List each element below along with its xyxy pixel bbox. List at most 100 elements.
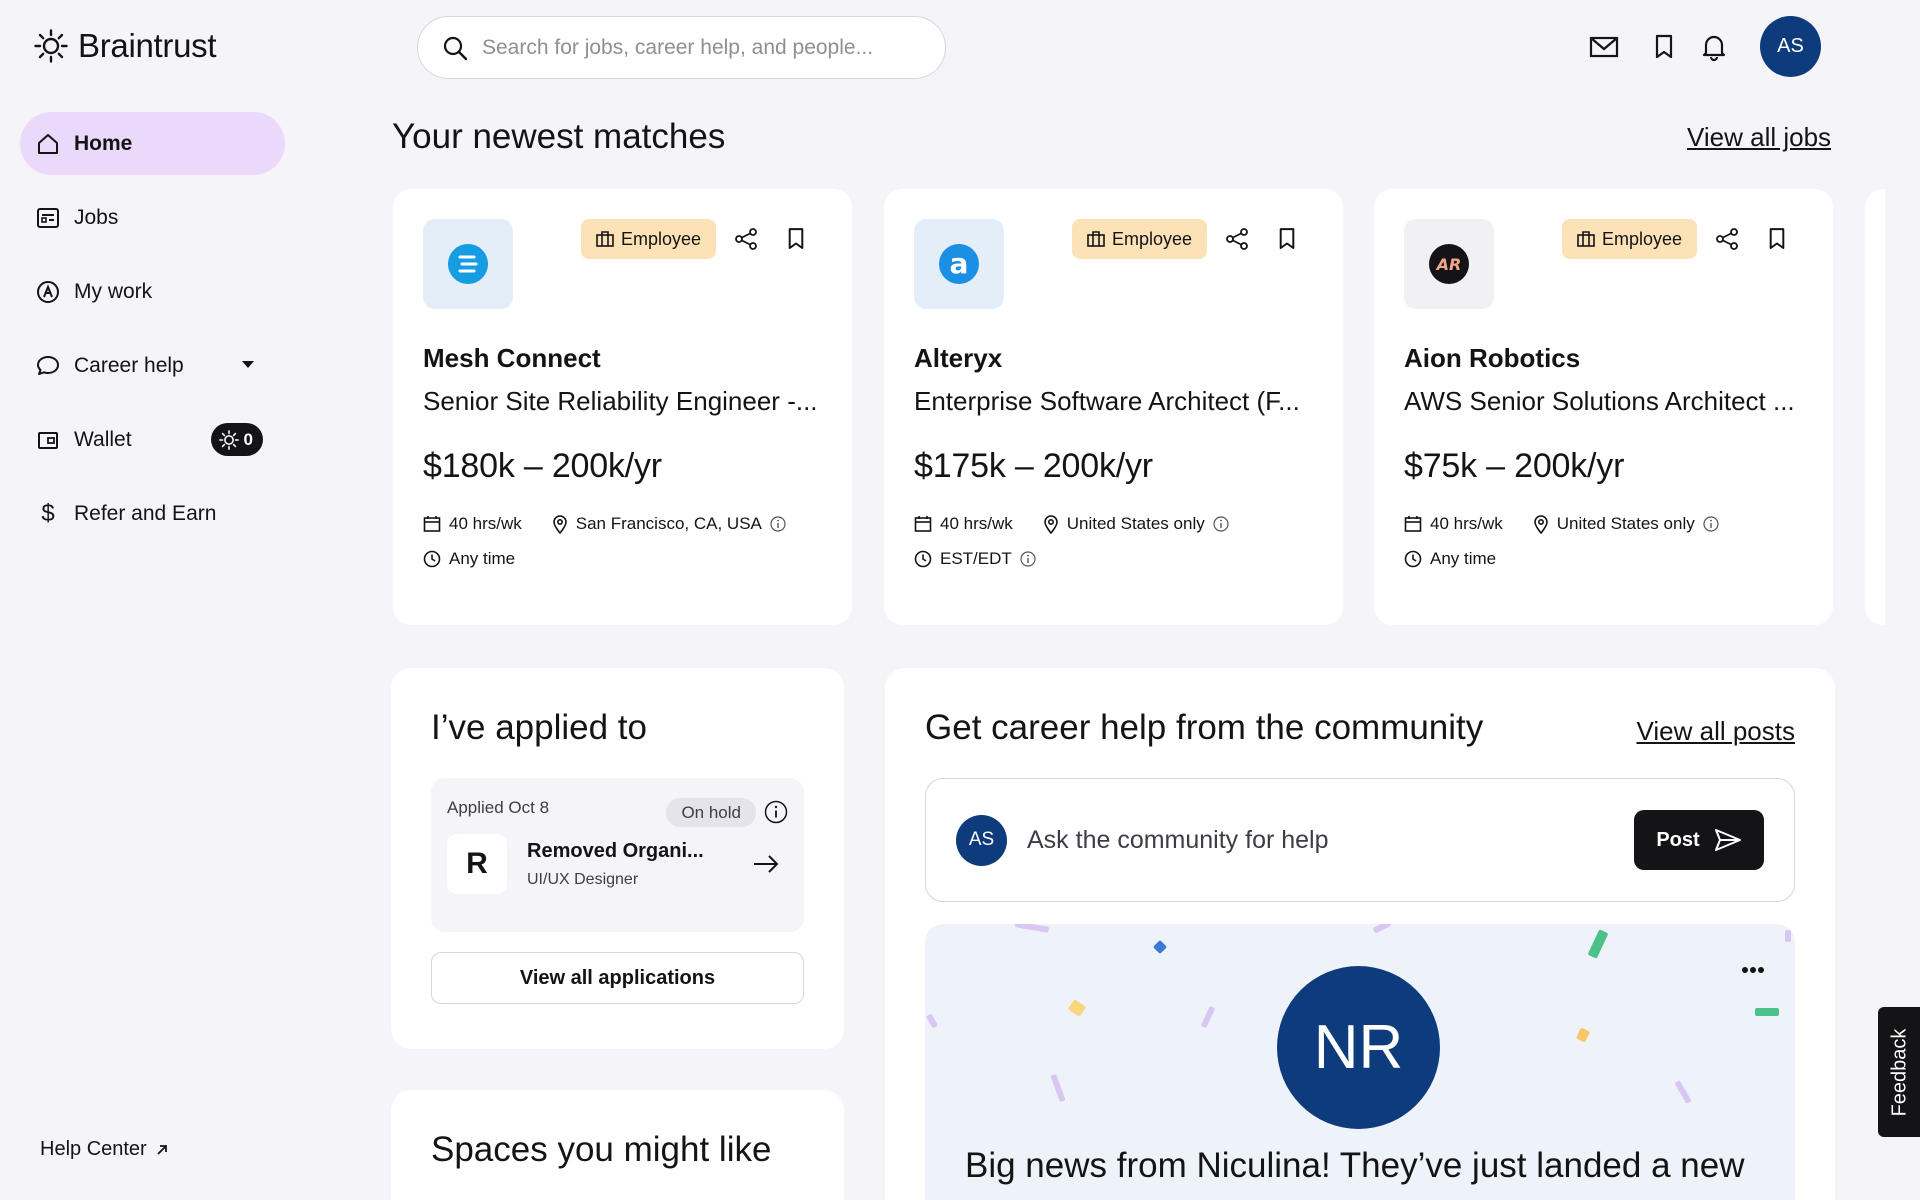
job-meta: 40 hrs/wk United States only EST/EDT — [914, 514, 1313, 569]
header-actions: AS — [1580, 16, 1821, 77]
hours: 40 hrs/wk — [1404, 514, 1503, 534]
hours-value: 40 hrs/wk — [1430, 514, 1503, 533]
post-button[interactable]: Post — [1634, 810, 1764, 870]
timezone: Any time — [1404, 549, 1496, 569]
job-meta: 40 hrs/wk United States only Any time — [1404, 514, 1803, 569]
chevron-down-icon[interactable] — [241, 359, 255, 369]
confetti-decoration — [1674, 1080, 1692, 1104]
bookmark-button[interactable] — [776, 219, 816, 259]
info-icon[interactable] — [764, 800, 788, 824]
help-center-link[interactable]: Help Center — [40, 1138, 169, 1161]
info-icon[interactable] — [1213, 516, 1229, 532]
bookmark-button[interactable] — [1267, 219, 1307, 259]
company-logo — [423, 219, 513, 309]
news-post-card[interactable]: NR Big news from Niculina! They’ve just … — [925, 924, 1795, 1200]
timezone-value: EST/EDT — [940, 549, 1012, 568]
community-section: Get career help from the community View … — [885, 668, 1835, 1200]
spaces-title: Spaces you might like — [431, 1130, 772, 1169]
sidebar-item-label: My work — [74, 279, 153, 303]
ask-community-input[interactable] — [1027, 825, 1587, 855]
employment-type-label: Employee — [1111, 228, 1192, 249]
sidebar-item-label: Career help — [74, 353, 184, 377]
job-card[interactable]: Employee Mesh Connect Senior Site Reliab… — [393, 189, 852, 625]
location-value: United States only — [1556, 514, 1695, 533]
application-company: Removed Organi... — [527, 839, 704, 862]
company-logo: R — [447, 834, 507, 894]
confetti-decoration — [1372, 924, 1392, 934]
confetti-decoration — [1575, 1027, 1591, 1043]
sidebar-item-my-work[interactable]: My work — [20, 260, 285, 323]
help-center-label: Help Center — [40, 1138, 147, 1160]
info-icon[interactable] — [1020, 551, 1036, 567]
job-card-actions: Employee — [580, 219, 816, 259]
view-all-posts-link[interactable]: View all posts — [1637, 716, 1796, 747]
share-button[interactable] — [1707, 219, 1747, 259]
search-icon — [443, 36, 468, 60]
svg-text:AR: AR — [1435, 255, 1462, 274]
mail-icon — [1589, 36, 1619, 57]
saved-button[interactable] — [1640, 17, 1688, 77]
company-name: Alteryx — [914, 343, 1003, 373]
info-icon[interactable] — [770, 516, 786, 532]
info-icon[interactable] — [1703, 516, 1719, 532]
notifications-button[interactable] — [1690, 17, 1738, 77]
view-all-jobs-link[interactable]: View all jobs — [1687, 122, 1831, 153]
feedback-label: Feedback — [1888, 1028, 1911, 1116]
company-name: Aion Robotics — [1404, 343, 1581, 373]
wallet-icon — [38, 431, 58, 449]
view-all-applications-button[interactable]: View all applications — [431, 952, 804, 1004]
post-button-label: Post — [1656, 828, 1700, 851]
sidebar-item-wallet[interactable]: Wallet 0 — [20, 408, 285, 471]
search-bar[interactable] — [417, 16, 946, 79]
feedback-tab[interactable]: Feedback — [1878, 1007, 1920, 1137]
sidebar-item-refer-and-earn[interactable]: $ Refer and Earn — [20, 482, 285, 545]
next-job-card-peek — [1865, 189, 1885, 625]
mesh-connect-logo-icon — [448, 244, 488, 284]
calendar-icon — [423, 516, 441, 532]
avatar: NR — [1277, 966, 1440, 1129]
clock-icon — [1404, 550, 1422, 568]
confetti-decoration — [1200, 1005, 1216, 1029]
timezone: EST/EDT — [914, 549, 1036, 569]
bookmark-button[interactable] — [1757, 219, 1797, 259]
employment-type-badge: Employee — [1561, 219, 1697, 259]
search-input[interactable] — [482, 35, 902, 60]
bell-icon — [1702, 35, 1726, 61]
job-card-actions: Employee — [1071, 219, 1307, 259]
confetti-decoration — [1050, 1073, 1066, 1103]
home-icon — [38, 133, 58, 154]
location-value: United States only — [1066, 514, 1205, 533]
confetti-decoration — [1067, 999, 1087, 1017]
timezone: Any time — [423, 549, 515, 569]
briefcase-icon — [1087, 231, 1105, 247]
share-button[interactable] — [1217, 219, 1257, 259]
more-options-icon[interactable] — [1741, 966, 1765, 974]
job-card[interactable]: a Employee Alteryx Enterprise Software A… — [884, 189, 1343, 625]
location-pin-icon — [1533, 515, 1548, 534]
application-card[interactable]: Applied Oct 8 On hold R Removed Organi..… — [431, 778, 804, 932]
my-work-icon — [37, 280, 59, 303]
svg-text:a: a — [950, 247, 969, 280]
ask-community-box[interactable]: AS Post — [925, 778, 1795, 902]
arrow-right-icon[interactable] — [752, 854, 780, 874]
employment-type-badge: Employee — [1071, 219, 1207, 259]
location-pin-icon — [1043, 515, 1058, 534]
sidebar-item-jobs[interactable]: Jobs — [20, 186, 285, 249]
employment-type-label: Employee — [620, 228, 701, 249]
dollar-icon: $ — [41, 499, 55, 527]
sidebar-item-career-help[interactable]: Career help — [20, 334, 285, 397]
alteryx-logo-icon: a — [939, 244, 979, 284]
messages-button[interactable] — [1580, 17, 1628, 77]
user-avatar[interactable]: AS — [1760, 16, 1821, 77]
sidebar-item-home[interactable]: Home — [20, 112, 285, 175]
share-button[interactable] — [726, 219, 766, 259]
hours: 40 hrs/wk — [914, 514, 1013, 534]
wallet-balance-badge: 0 — [210, 423, 263, 456]
sidebar-item-label: Jobs — [74, 205, 119, 229]
braintrust-logo[interactable]: Braintrust — [34, 27, 217, 65]
job-card[interactable]: AR Employee Aion Robotics AWS Senior Sol… — [1374, 189, 1833, 625]
employment-type-label: Employee — [1601, 228, 1682, 249]
share-icon — [735, 228, 757, 250]
external-arrow-icon — [157, 1144, 167, 1155]
confetti-decoration — [1587, 929, 1609, 959]
